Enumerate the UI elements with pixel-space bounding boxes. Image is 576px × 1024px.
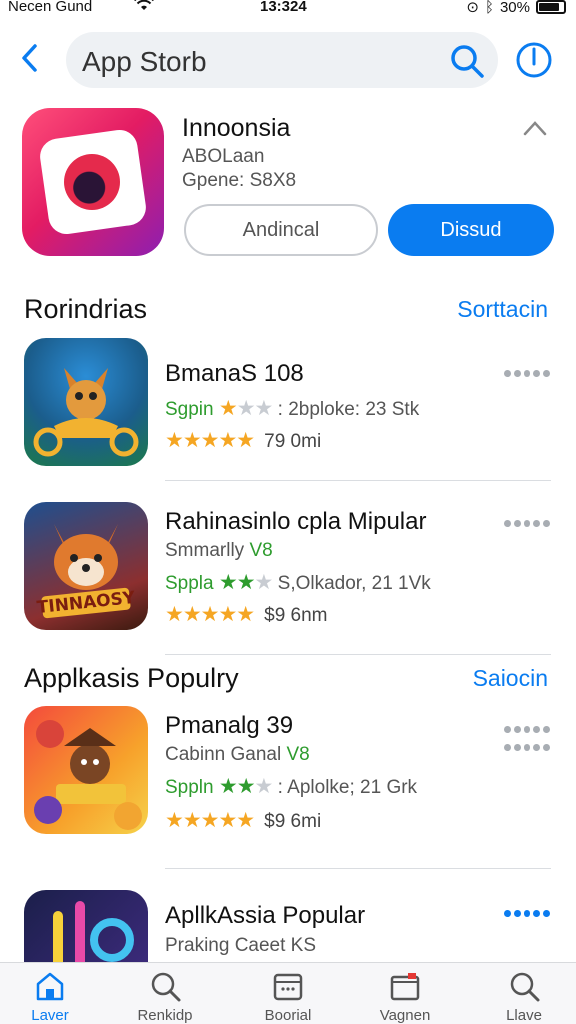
carrier-name: Necen Gund <box>8 0 93 15</box>
status-bar: Necen Gund 13:324 ⊙ ᛒ 30% <box>0 0 576 18</box>
featured-app-meta: Gpene: S8X8 <box>182 170 297 191</box>
app-category: Smmarlly V8 <box>165 540 273 561</box>
app-icon[interactable] <box>24 706 148 834</box>
wifi-icon <box>133 0 155 17</box>
app-info: Sppla ★★★ S,Olkador, 21 1Vk <box>165 571 431 594</box>
app-rating-row: ★★★★★ $9 6mi <box>165 808 321 833</box>
more-options-icon[interactable] <box>504 910 550 917</box>
app-info: Sgpin ★★★ : 2bploke: 23 Stk <box>165 397 420 420</box>
more-options-icon[interactable] <box>504 744 550 751</box>
app-category: Cabinn Ganal V8 <box>165 744 310 765</box>
app-price: $9 6mi <box>264 811 322 832</box>
rating-stars: ★★★ <box>218 775 273 798</box>
rating-stars: ★★★ <box>218 571 273 594</box>
battery-percent: 30% <box>499 0 530 16</box>
tab-search[interactable]: Llave <box>474 969 574 1024</box>
calendar-icon <box>273 973 303 1001</box>
tab-calendar[interactable]: Boorial <box>238 969 338 1024</box>
secondary-button[interactable]: Andincal <box>184 204 378 256</box>
section-title: Rorindrias <box>24 294 148 324</box>
inbox-icon <box>390 973 420 1001</box>
app-price: $9 6nm <box>264 605 328 626</box>
app-icon[interactable] <box>24 890 148 962</box>
rating-stars: ★★★★★ <box>165 603 255 626</box>
rating-stars: ★★★★★ <box>165 809 255 832</box>
search-icon <box>151 972 181 1002</box>
chevron-up-icon[interactable] <box>522 118 548 138</box>
app-icon[interactable] <box>24 338 148 466</box>
tab-ranking[interactable]: Renkidp <box>115 969 215 1024</box>
featured-app-icon[interactable] <box>22 108 164 256</box>
app-icon[interactable]: TINNAOSY <box>24 502 148 630</box>
app-title[interactable]: Rahinasinlo cpla Mipular <box>165 508 426 536</box>
bluetooth-icon: ᛒ <box>484 0 494 16</box>
primary-button[interactable]: Dissud <box>388 204 554 256</box>
rating-stars: ★★★ <box>218 397 273 420</box>
app-category: Praking Caeet KS <box>165 935 317 956</box>
featured-app-title: Innoonsia <box>182 114 291 142</box>
rating-stars: ★★★★★ <box>165 429 255 452</box>
search-input[interactable]: App Storb <box>66 32 498 88</box>
featured-app-subtitle: ABOLaan <box>182 146 265 167</box>
app-price: 79 0mi <box>264 431 322 452</box>
search-query: App Storb <box>82 46 207 77</box>
app-title[interactable]: BmanaS 108 <box>165 360 304 388</box>
see-all-link[interactable]: Saiocin <box>473 665 548 692</box>
search-icon <box>510 972 540 1002</box>
divider <box>165 654 551 655</box>
tab-bar: Laver Renkidp Boorial Vagnen Llave <box>0 962 576 1024</box>
more-options-icon[interactable] <box>504 726 550 733</box>
more-options-icon[interactable] <box>504 520 550 527</box>
tab-home[interactable]: Laver <box>0 969 100 1024</box>
chevron-left-icon <box>22 44 37 72</box>
battery-icon <box>536 0 566 14</box>
tab-inbox[interactable]: Vagnen <box>355 969 455 1024</box>
more-options-icon[interactable] <box>504 370 550 377</box>
back-button[interactable] <box>18 42 48 76</box>
divider <box>165 868 551 869</box>
app-rating-row: ★★★★★ 79 0mi <box>165 428 321 453</box>
app-title[interactable]: Pmanalg 39 <box>165 712 293 740</box>
app-title[interactable]: ApllkAssia Popular <box>165 902 365 930</box>
clock: 13:324 <box>260 0 307 15</box>
search-icon[interactable] <box>448 42 486 85</box>
alarm-icon: ⊙ <box>466 0 479 16</box>
app-rating-row: ★★★★★ $9 6nm <box>165 602 328 627</box>
divider <box>165 480 551 481</box>
home-icon <box>36 972 64 1001</box>
section-title: Applkasis Populry <box>24 663 239 693</box>
see-all-link[interactable]: Sorttacin <box>457 296 548 323</box>
app-info: Sppln ★★★ : Aplolke; 21 Grk <box>165 775 418 798</box>
power-icon[interactable] <box>514 40 554 85</box>
